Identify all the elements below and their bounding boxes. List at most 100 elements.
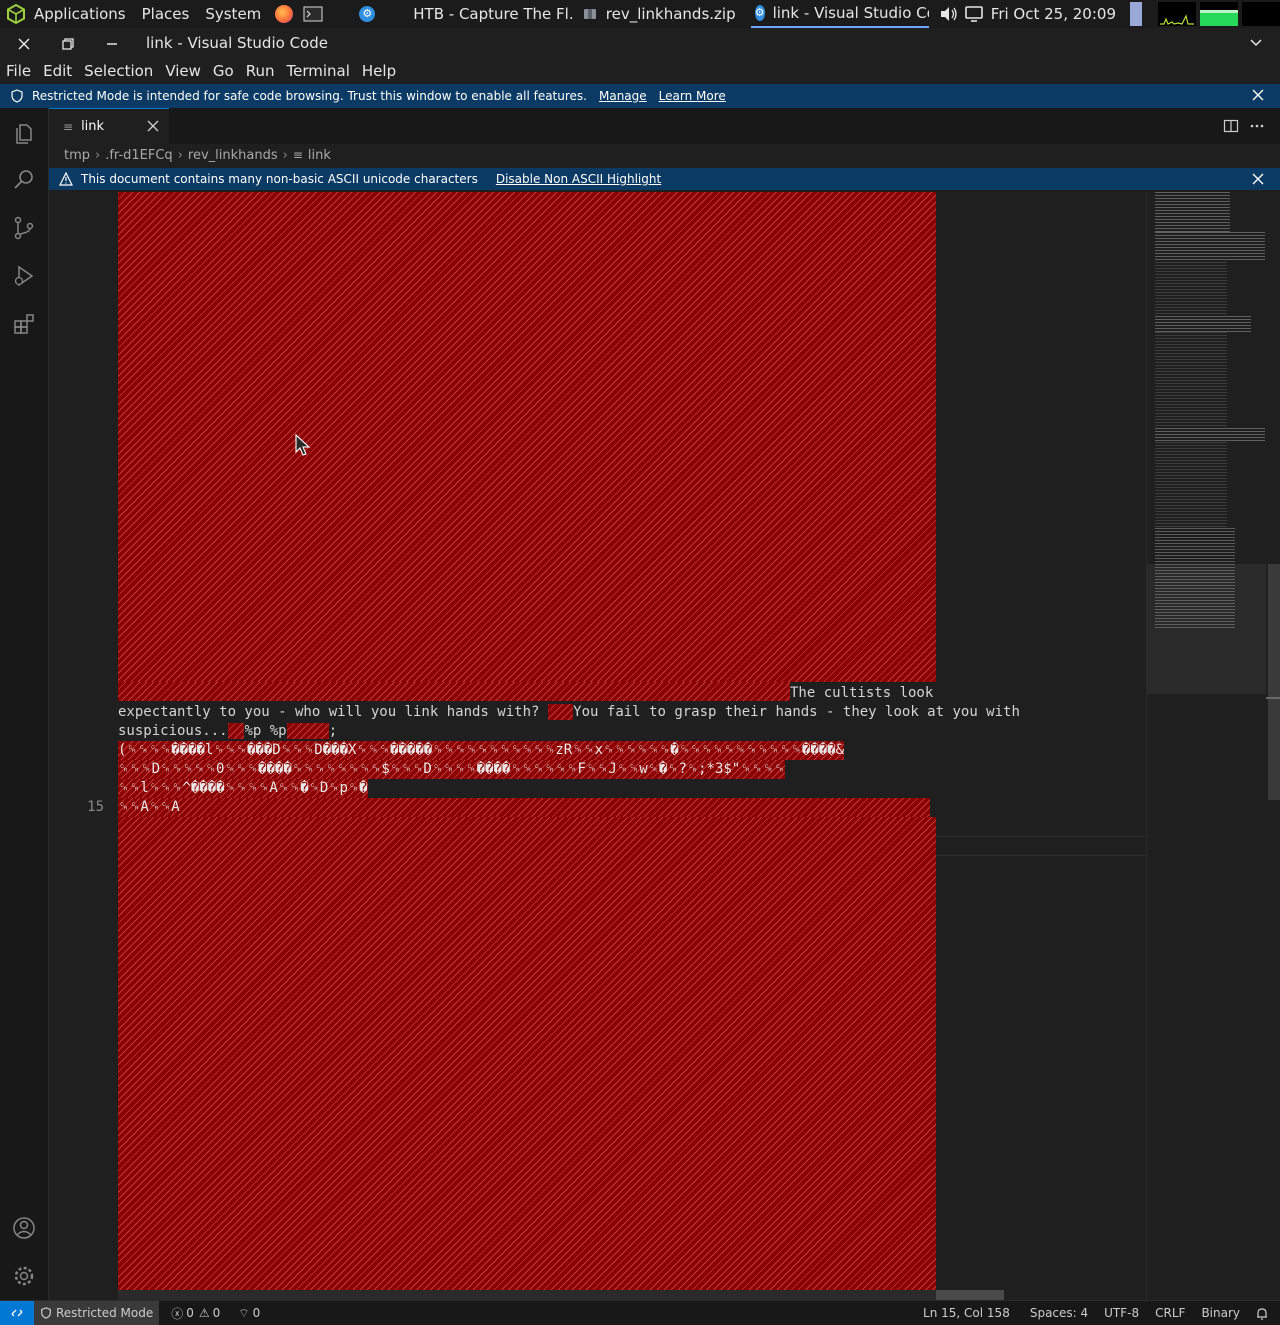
close-restricted-banner-button[interactable] xyxy=(1252,89,1266,103)
horizontal-scrollbar[interactable] xyxy=(118,1290,1004,1300)
memory-graph-icon xyxy=(1200,2,1238,26)
menu-file[interactable]: File xyxy=(0,62,37,80)
activity-bar xyxy=(0,108,49,1300)
menu-run[interactable]: Run xyxy=(240,62,281,80)
manage-link[interactable]: Manage xyxy=(599,89,647,103)
language-status[interactable]: Binary xyxy=(1195,1301,1246,1325)
manage-settings-button[interactable] xyxy=(10,1262,38,1290)
vscode-launcher[interactable]: ⚙ xyxy=(359,0,376,28)
places-label: Places xyxy=(141,5,190,23)
breadcrumb-item[interactable]: .fr-d1EFCq xyxy=(105,148,172,163)
code-line: suspicious... %p %p ; xyxy=(118,722,337,741)
restricted-mode-banner: Restricted Mode is intended for safe cod… xyxy=(0,84,1280,108)
non-ascii-message: This document contains many non-basic AS… xyxy=(81,172,478,186)
menu-view[interactable]: View xyxy=(159,62,207,80)
shield-icon xyxy=(41,1307,51,1319)
vertical-scrollbar-thumb[interactable] xyxy=(1268,564,1280,800)
horizontal-scrollbar-thumb[interactable] xyxy=(936,1290,1004,1300)
accounts-button[interactable] xyxy=(10,1214,38,1242)
applications-menu[interactable]: Applications xyxy=(0,0,126,28)
eol-status[interactable]: CRLF xyxy=(1149,1301,1191,1325)
source-control-icon xyxy=(14,216,34,240)
search-button[interactable] xyxy=(10,166,38,194)
file-lines-icon: ≡ xyxy=(292,148,303,162)
minimap-content xyxy=(1155,442,1227,528)
breadcrumb-item[interactable]: tmp xyxy=(64,148,90,163)
file-lines-icon: ≡ xyxy=(63,119,74,134)
network-indicator[interactable] xyxy=(964,0,983,28)
minimap[interactable] xyxy=(1146,192,1267,1300)
close-window-button[interactable] xyxy=(14,34,34,54)
extensions-button[interactable] xyxy=(10,310,38,338)
applications-label: Applications xyxy=(34,5,126,23)
memory-monitor xyxy=(1200,0,1238,28)
workspace-switcher[interactable] xyxy=(1130,0,1142,28)
code-text: %p %p xyxy=(244,723,287,739)
remote-icon xyxy=(11,1309,23,1317)
split-editor-icon xyxy=(1223,119,1239,133)
menu-go[interactable]: Go xyxy=(207,62,240,80)
ports-status[interactable]: ⌔ 0 xyxy=(232,1301,266,1325)
places-menu[interactable]: Places xyxy=(142,0,190,28)
window-title: link - Visual Studio Code xyxy=(146,34,328,52)
search-icon xyxy=(14,170,33,189)
tab-link[interactable]: ≡ link xyxy=(49,108,169,144)
firefox-launcher[interactable] xyxy=(275,0,294,28)
restricted-mode-status[interactable]: Restricted Mode xyxy=(34,1301,160,1325)
menu-help[interactable]: Help xyxy=(356,62,402,80)
cpu-monitor xyxy=(1158,0,1196,28)
editor-area[interactable]: The cultists look expectantly to you - w… xyxy=(49,192,1145,1300)
disable-non-ascii-highlight-link[interactable]: Disable Non ASCII Highlight xyxy=(496,172,661,186)
ports-count: 0 xyxy=(252,1306,261,1320)
restore-window-button[interactable] xyxy=(58,34,78,54)
encoding-status[interactable]: UTF-8 xyxy=(1098,1301,1145,1325)
window-menu-button[interactable] xyxy=(1248,34,1264,52)
breadcrumb: tmp › .fr-d1EFCq › rev_linkhands › ≡ lin… xyxy=(49,144,1280,166)
warning-count: 0 xyxy=(212,1306,221,1320)
learn-more-link[interactable]: Learn More xyxy=(659,89,726,103)
volume-control[interactable] xyxy=(939,0,959,28)
indentation-status[interactable]: Spaces: 4 xyxy=(1024,1301,1094,1325)
close-non-ascii-banner-button[interactable] xyxy=(1252,173,1266,187)
explorer-button[interactable] xyxy=(10,120,38,148)
menu-terminal[interactable]: Terminal xyxy=(281,62,356,80)
current-line-highlight xyxy=(936,836,1145,856)
task-label: HTB - Capture The Fl... xyxy=(413,5,574,23)
terminal-icon xyxy=(303,6,323,22)
task-htb-firefox[interactable]: HTB - Capture The Fl... xyxy=(405,0,573,28)
bell-icon xyxy=(1257,1307,1267,1320)
close-icon xyxy=(1252,89,1264,101)
system-menu[interactable]: System xyxy=(205,0,261,28)
error-icon: ⓧ xyxy=(171,1306,184,1321)
task-zip-archive[interactable]: rev_linkhands.zip xyxy=(582,0,743,28)
minimap-content xyxy=(1155,232,1265,262)
vertical-scrollbar[interactable] xyxy=(1266,192,1280,1300)
task-label: rev_linkhands.zip xyxy=(605,5,736,23)
menu-selection[interactable]: Selection xyxy=(78,62,159,80)
system-label: System xyxy=(205,5,262,23)
terminal-launcher[interactable] xyxy=(303,0,323,28)
split-editor-button[interactable] xyxy=(1223,118,1239,134)
files-icon xyxy=(16,124,32,144)
problems-status[interactable]: ⓧ 0 ⚠ 0 xyxy=(165,1301,226,1325)
code-line-current: ␍␍A␍␍A xyxy=(118,798,930,817)
source-control-button[interactable] xyxy=(10,214,38,242)
more-actions-button[interactable] xyxy=(1249,118,1265,134)
cursor-position-status[interactable]: Ln 15, Col 158 xyxy=(917,1301,1016,1325)
clock[interactable]: Fri Oct 25, 20:09 xyxy=(991,0,1116,28)
close-tab-button[interactable] xyxy=(147,120,161,134)
remote-button[interactable] xyxy=(0,1301,34,1325)
line-number: 15 xyxy=(87,799,104,815)
minimap-slider[interactable] xyxy=(1147,564,1267,694)
task-vscode[interactable]: ⚙ link - Visual Studio Code xyxy=(750,0,929,28)
breadcrumb-item[interactable]: link xyxy=(308,148,331,163)
extensions-icon xyxy=(14,314,34,334)
breadcrumb-item[interactable]: rev_linkhands xyxy=(188,148,278,163)
menu-edit[interactable]: Edit xyxy=(37,62,78,80)
run-debug-button[interactable] xyxy=(10,262,38,290)
broadcast-icon: ⌔ xyxy=(238,1305,250,1320)
code-text: ␍␍␍D␍␍␍␍␍0␍␍␍����␍␍␍␍␍␍␍␍$␍␍␍D␍␍␍␍����␍␍… xyxy=(118,761,786,777)
system-panel: Applications Places System ⚙ HTB - Captu… xyxy=(0,0,1280,28)
notifications-button[interactable] xyxy=(1250,1301,1274,1325)
minimize-window-button[interactable] xyxy=(102,34,122,54)
